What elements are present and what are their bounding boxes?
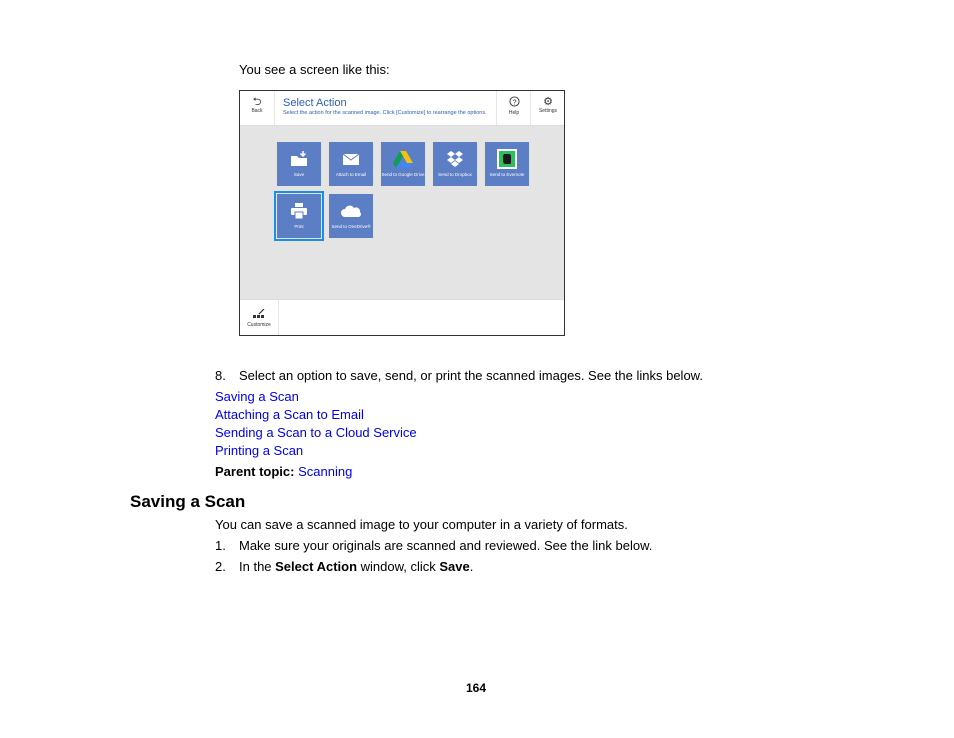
intro-text: You see a screen like this: <box>239 62 390 77</box>
step-2-text: In the Select Action window, click Save. <box>239 559 473 575</box>
settings-button[interactable]: ⚙ Settings <box>530 91 564 125</box>
action-tile-email[interactable]: Attach to Email <box>329 142 373 186</box>
app-header: ⮌ Back Select Action Select the action f… <box>240 91 564 126</box>
svg-text:?: ? <box>512 97 516 106</box>
action-label: Print <box>294 224 304 229</box>
action-label: Save <box>293 172 305 177</box>
action-grid: Save Attach to Email Send to Google Driv… <box>240 126 564 299</box>
step-2-post: . <box>469 559 474 574</box>
step-2-pre: In the <box>239 559 276 574</box>
action-label: Send to OneDrive® <box>331 224 371 229</box>
step-2-save: Save <box>439 559 470 574</box>
parent-topic-label: Parent topic: <box>215 464 295 479</box>
back-label: Back <box>251 108 263 114</box>
link-attaching-scan-to-email[interactable]: Attaching a Scan to Email <box>215 407 364 423</box>
step-2-select-action: Select Action <box>275 559 358 574</box>
printer-icon <box>277 194 321 224</box>
envelope-icon <box>329 142 373 172</box>
action-tile-onedrive[interactable]: Send to OneDrive® <box>329 194 373 238</box>
action-label: Send to Google Drive <box>381 172 425 177</box>
action-label: Attach to Email <box>335 172 367 177</box>
link-sending-scan-to-cloud[interactable]: Sending a Scan to a Cloud Service <box>215 425 417 441</box>
step-8-number: 8. <box>215 368 226 383</box>
customize-label: Customize <box>247 322 271 328</box>
action-label: Send to Dropbox <box>438 172 472 177</box>
folder-add-icon <box>277 142 321 172</box>
app-footer: Customize <box>240 299 564 335</box>
back-arrow-icon: ⮌ <box>252 96 262 108</box>
step-2-number: 2. <box>215 559 226 574</box>
help-button[interactable]: ? Help <box>496 91 531 125</box>
step-2-mid: window, click <box>357 559 440 574</box>
section-heading: Saving a Scan <box>130 492 246 511</box>
action-tile-evernote[interactable]: Send to Evernote <box>485 142 529 186</box>
customize-button[interactable]: Customize <box>240 300 279 335</box>
settings-label: Settings <box>538 108 558 114</box>
step-1-text: Make sure your originals are scanned and… <box>239 538 653 553</box>
link-saving-a-scan[interactable]: Saving a Scan <box>215 389 299 405</box>
action-tile-dropbox[interactable]: Send to Dropbox <box>433 142 477 186</box>
select-action-screenshot: ⮌ Back Select Action Select the action f… <box>239 90 565 336</box>
google-drive-icon <box>381 142 425 172</box>
action-tile-google-drive[interactable]: Send to Google Drive <box>381 142 425 186</box>
step-1-number: 1. <box>215 538 226 553</box>
customize-icon <box>240 308 278 322</box>
parent-topic: Parent topic: Scanning <box>215 464 352 480</box>
parent-topic-link[interactable]: Scanning <box>298 464 352 479</box>
action-label: Send to Evernote <box>489 172 525 177</box>
help-label: Help <box>508 110 520 116</box>
dropbox-icon <box>433 142 477 172</box>
app-subtitle: Select the action for the scanned image.… <box>283 110 487 116</box>
evernote-icon <box>485 142 529 172</box>
step-8-text: Select an option to save, send, or print… <box>239 368 703 383</box>
link-printing-a-scan[interactable]: Printing a Scan <box>215 443 303 459</box>
question-circle-icon: ? <box>497 96 531 110</box>
page-number: 164 <box>466 681 487 695</box>
back-button[interactable]: ⮌ Back <box>240 91 275 125</box>
onedrive-cloud-icon <box>329 194 373 224</box>
app-title: Select Action <box>283 97 347 109</box>
section-intro: You can save a scanned image to your com… <box>215 517 628 532</box>
action-tile-save[interactable]: Save <box>277 142 321 186</box>
action-tile-print[interactable]: Print <box>274 191 324 241</box>
gear-icon: ⚙ <box>543 96 553 108</box>
